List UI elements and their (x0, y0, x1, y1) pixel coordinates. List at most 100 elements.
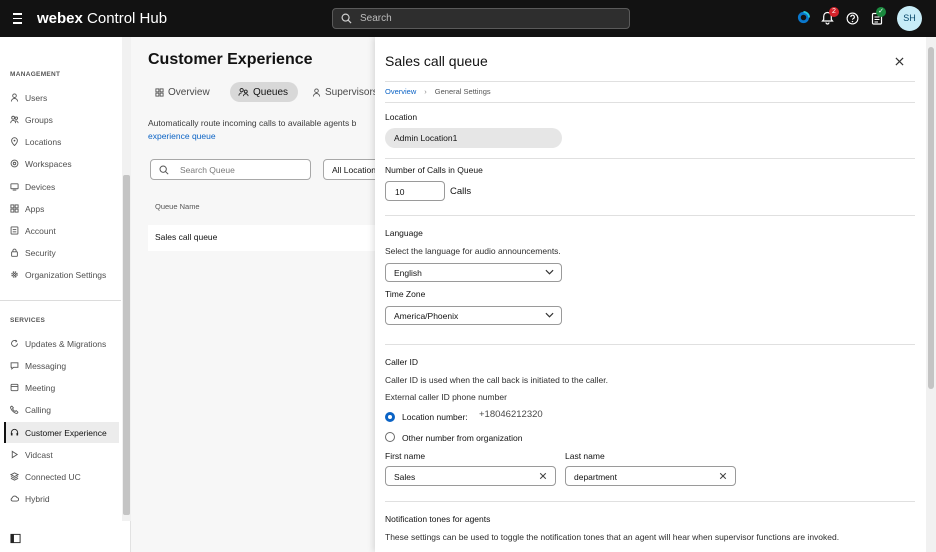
queue-search-placeholder: Search Queue (180, 165, 235, 175)
panel-divider (385, 81, 915, 82)
queue-details-panel: Sales call queue Overview › General Settin… (375, 37, 936, 552)
close-icon[interactable] (895, 57, 904, 66)
webex-status-icon[interactable] (797, 11, 810, 24)
main-content: Customer Experience Overview Queues Supe… (131, 37, 375, 552)
top-bar: webex Control Hub Search 2 ✓ SH (0, 0, 936, 37)
sidebar-item-apps[interactable]: Apps (4, 198, 119, 219)
lock-icon (10, 248, 19, 257)
app-brand: webex Control Hub (37, 10, 168, 27)
chevron-down-icon (545, 269, 554, 275)
search-icon (341, 13, 352, 24)
timezone-select[interactable]: America/Phoenix (385, 306, 562, 325)
table-row[interactable]: Sales call queue (148, 225, 375, 251)
sidebar-divider (0, 300, 121, 301)
phone-icon (10, 405, 19, 414)
grid-icon (155, 87, 164, 97)
user-icon (10, 93, 19, 102)
first-name-label: First name (385, 451, 426, 461)
language-select[interactable]: English (385, 263, 562, 282)
other-number-radio[interactable] (385, 432, 395, 442)
avatar[interactable]: SH (897, 6, 922, 31)
learn-more-link[interactable]: experience queue (148, 131, 216, 141)
tab-queues[interactable]: Queues (230, 82, 299, 102)
calls-in-queue-input[interactable]: 10 (385, 181, 445, 201)
sidebar-item-organization-settings[interactable]: Organization Settings (4, 264, 119, 285)
queues-icon (238, 87, 249, 97)
workspaces-icon (10, 159, 19, 168)
chat-icon (10, 361, 19, 370)
tab-overview[interactable]: Overview (155, 82, 210, 102)
page-description: Automatically route incoming calls to av… (148, 118, 357, 141)
location-number-radio[interactable] (385, 412, 395, 422)
sidebar-item-calling[interactable]: Calling (4, 399, 119, 420)
column-header-queue-name[interactable]: Queue Name (155, 202, 200, 211)
refresh-icon (10, 339, 19, 348)
location-number-label: Location number: (402, 412, 468, 422)
check-badge-icon: ✓ (876, 7, 886, 17)
calls-unit-label: Calls (450, 186, 472, 197)
sidebar-item-devices[interactable]: Devices (4, 176, 119, 197)
panel-divider (385, 215, 915, 216)
first-name-input[interactable]: Sales (385, 466, 556, 486)
sidebar-scrollbar[interactable] (122, 37, 131, 521)
sidebar-item-messaging[interactable]: Messaging (4, 355, 119, 376)
caller-id-label: Caller ID (385, 357, 419, 367)
sidebar-item-customer-experience[interactable]: Customer Experience (4, 422, 119, 443)
sidebar-item-updates-migrations[interactable]: Updates & Migrations (4, 333, 119, 354)
panel-scrollbar[interactable] (926, 37, 936, 552)
sidebar-item-locations[interactable]: Locations (4, 131, 119, 152)
apps-icon (10, 204, 19, 213)
tab-supervisors[interactable]: Supervisors (312, 82, 375, 102)
location-filter-select[interactable]: All Locations (323, 159, 375, 180)
other-number-label: Other number from organization (402, 433, 523, 443)
sidebar: MANAGEMENT Users Groups Locations Worksp… (0, 37, 131, 552)
chevron-down-icon (545, 312, 554, 318)
global-search-input[interactable]: Search (332, 8, 630, 29)
location-field: Admin Location1 (385, 128, 562, 148)
chevron-right-icon: › (424, 87, 427, 96)
supervisor-icon (312, 87, 321, 97)
search-placeholder: Search (360, 13, 392, 24)
menu-icon[interactable] (13, 10, 23, 26)
management-section-label: MANAGEMENT (10, 71, 61, 78)
panel-divider (385, 158, 915, 159)
location-pin-icon (10, 137, 19, 146)
last-name-input[interactable]: department (565, 466, 736, 486)
clear-icon[interactable] (719, 472, 727, 480)
queue-search-input[interactable]: Search Queue (150, 159, 311, 180)
caller-id-description: Caller ID is used when the call back is … (385, 375, 609, 385)
groups-icon (10, 115, 19, 124)
panel-divider (385, 102, 915, 103)
notification-tones-description: These settings can be used to toggle the… (385, 532, 840, 542)
cloud-icon (10, 494, 19, 503)
language-description: Select the language for audio announceme… (385, 246, 561, 256)
calls-in-queue-label: Number of Calls in Queue (385, 165, 483, 175)
language-label: Language (385, 228, 423, 238)
sidebar-item-vidcast[interactable]: Vidcast (4, 444, 119, 465)
sidebar-item-users[interactable]: Users (4, 87, 119, 108)
sidebar-item-workspaces[interactable]: Workspaces (4, 153, 119, 174)
notification-tones-label: Notification tones for agents (385, 514, 491, 524)
sidebar-scrollbar-thumb[interactable] (123, 175, 130, 515)
panel-title: Sales call queue (385, 53, 488, 69)
last-name-label: Last name (565, 451, 605, 461)
external-caller-id-label: External caller ID phone number (385, 392, 507, 402)
page-title: Customer Experience (148, 51, 313, 68)
sidebar-item-hybrid[interactable]: Hybrid (4, 488, 119, 509)
location-label: Location (385, 112, 418, 122)
clear-icon[interactable] (539, 472, 547, 480)
sidebar-item-account[interactable]: Account (4, 220, 119, 241)
layers-icon (10, 472, 19, 481)
sidebar-item-security[interactable]: Security (4, 242, 119, 263)
breadcrumb-overview-link[interactable]: Overview (385, 87, 416, 96)
panel-divider (385, 501, 915, 502)
collapse-sidebar-icon[interactable] (10, 533, 21, 544)
sidebar-item-meeting[interactable]: Meeting (4, 377, 119, 398)
gear-icon (10, 270, 19, 279)
help-icon[interactable] (846, 12, 859, 25)
breadcrumb: Overview › General Settings (385, 87, 491, 96)
sidebar-item-groups[interactable]: Groups (4, 109, 119, 130)
meeting-icon (10, 383, 19, 392)
sidebar-item-connected-uc[interactable]: Connected UC (4, 466, 119, 487)
panel-scrollbar-thumb[interactable] (928, 47, 934, 389)
